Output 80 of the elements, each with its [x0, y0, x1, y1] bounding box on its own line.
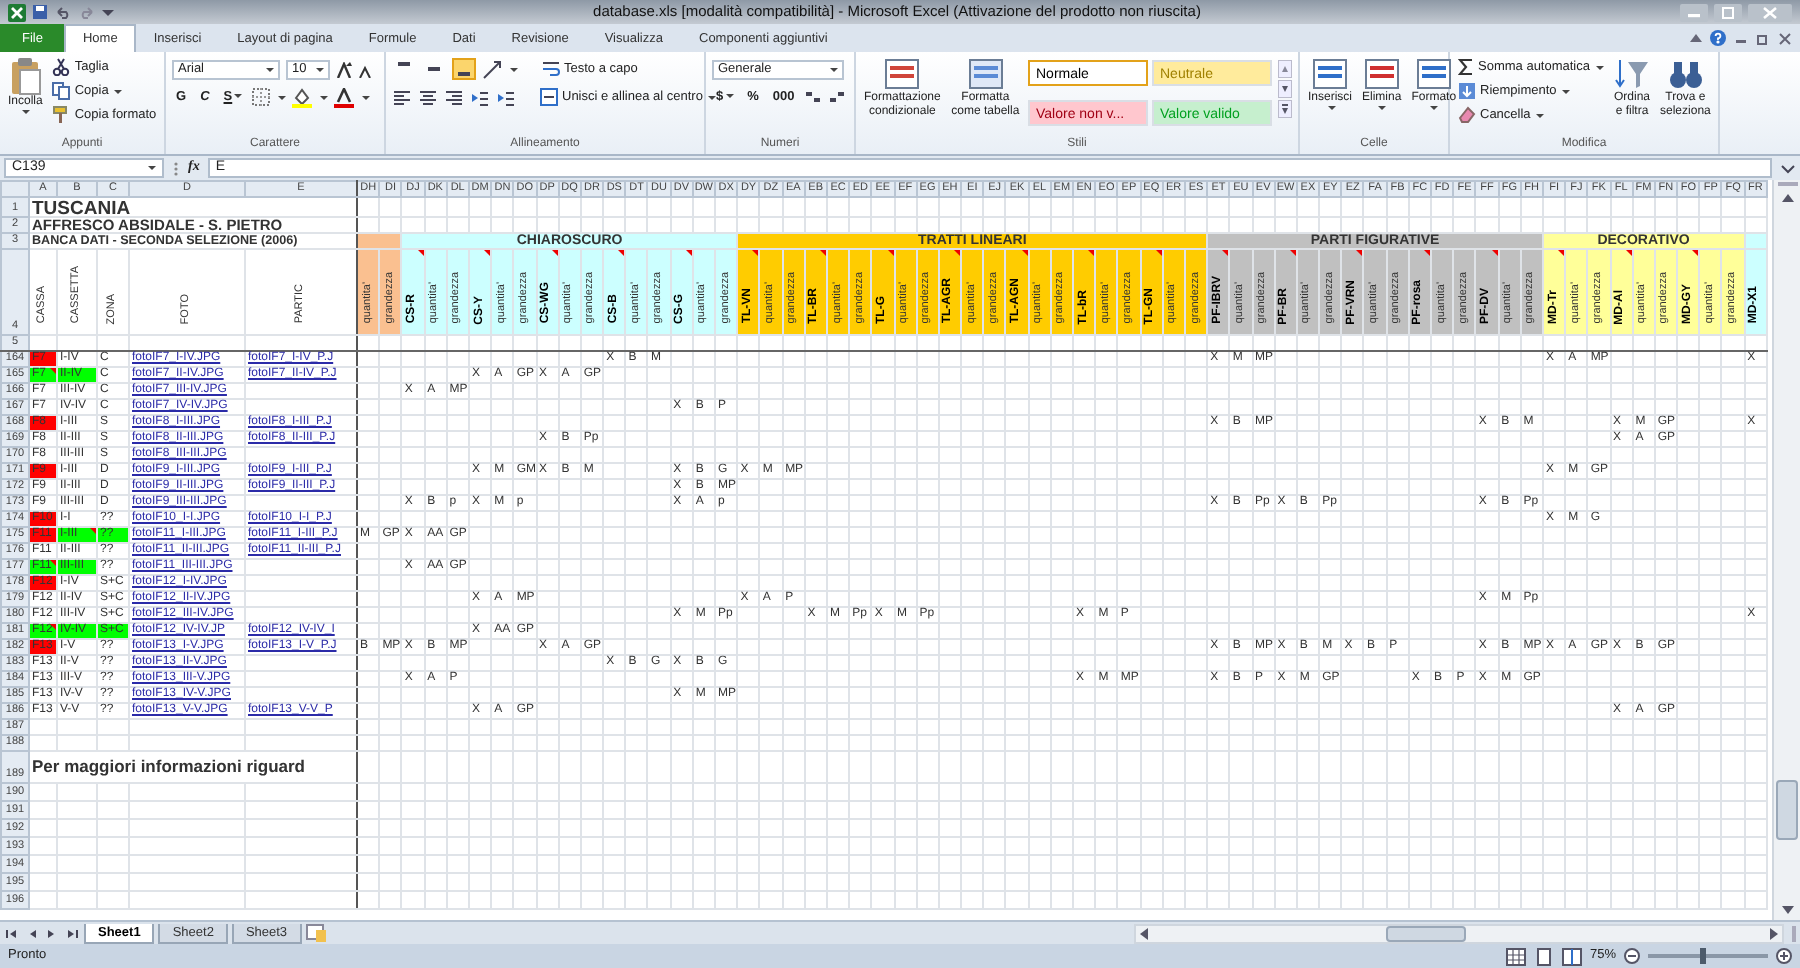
merge-cells-icon — [540, 88, 558, 106]
minimize-icon[interactable] — [1680, 3, 1708, 21]
font-color-icon[interactable] — [334, 87, 355, 107]
save-icon[interactable] — [32, 4, 48, 20]
decrease-decimal-icon[interactable] — [828, 88, 847, 106]
close-icon[interactable] — [1778, 31, 1792, 45]
normal-view-icon[interactable] — [1505, 947, 1526, 965]
paintbrush-icon — [52, 106, 71, 124]
borders-icon[interactable] — [252, 88, 271, 106]
caret-icon — [1430, 106, 1439, 110]
split-handle-icon[interactable] — [1775, 180, 1799, 188]
maximize-icon[interactable] — [1714, 3, 1742, 21]
increase-decimal-icon[interactable] — [804, 88, 823, 106]
customize-toolbar-icon[interactable] — [102, 4, 114, 20]
sheet-title: TUSCANIA — [29, 197, 357, 217]
caret-icon — [510, 67, 518, 71]
clipboard-icon — [9, 56, 42, 96]
gallery-more-icon[interactable] — [1278, 100, 1292, 118]
page-layout-icon[interactable] — [1533, 947, 1554, 965]
close-icon[interactable] — [1748, 3, 1792, 21]
undo-icon[interactable] — [54, 4, 72, 20]
caret-icon — [1596, 65, 1604, 69]
split-handle-icon[interactable] — [1788, 923, 1800, 943]
page-break-icon[interactable] — [1561, 947, 1582, 965]
caret-icon — [362, 95, 371, 99]
caret-icon — [114, 89, 123, 93]
increase-indent-icon[interactable] — [496, 87, 516, 107]
sum-icon — [1458, 58, 1474, 76]
align-left-icon[interactable] — [392, 87, 412, 107]
scissors-icon — [52, 58, 71, 76]
caret-icon — [234, 94, 243, 99]
zoom-in-icon[interactable] — [1776, 948, 1792, 964]
shrink-font-icon[interactable] — [358, 61, 372, 77]
caret-icon — [1327, 106, 1335, 110]
first-sheet-icon[interactable] — [4, 925, 20, 941]
insert-sheet-icon[interactable] — [305, 924, 326, 942]
caret-icon — [830, 67, 838, 71]
table-icon — [967, 56, 1004, 92]
help-icon[interactable] — [1710, 30, 1726, 46]
scroll-thumb[interactable] — [1776, 780, 1798, 840]
fill-color-icon[interactable] — [292, 87, 313, 107]
caret-icon — [316, 67, 324, 71]
caret-icon — [1562, 89, 1571, 93]
decrease-indent-icon[interactable] — [470, 87, 490, 107]
binoculars-icon — [1667, 56, 1704, 92]
copy-icon — [52, 82, 71, 100]
caret-icon — [148, 166, 156, 170]
caret-icon — [266, 67, 274, 71]
caret-icon — [22, 110, 31, 114]
scroll-thumb[interactable] — [1386, 925, 1466, 941]
caret-icon — [1536, 113, 1545, 117]
wrap-text-icon — [542, 60, 560, 78]
align-right-icon[interactable] — [444, 87, 464, 107]
insert-cells-icon — [1312, 56, 1348, 92]
eraser-icon — [1458, 106, 1476, 124]
last-sheet-icon[interactable] — [64, 925, 80, 941]
format-cells-icon — [1415, 56, 1452, 92]
caret-icon — [278, 95, 287, 99]
caret-icon — [320, 95, 329, 99]
zoom-out-icon[interactable] — [1624, 948, 1640, 964]
caret-icon — [1378, 106, 1387, 110]
vertical-scrollbar[interactable] — [1772, 180, 1800, 920]
gallery-scroll-down-icon[interactable] — [1278, 80, 1292, 98]
fill-down-icon — [1458, 82, 1476, 100]
horizontal-scrollbar[interactable] — [1133, 923, 1784, 943]
align-bottom-icon[interactable] — [452, 58, 476, 80]
note-text: Per maggiori informazioni riguard — [29, 751, 357, 783]
align-center-icon[interactable] — [418, 87, 438, 107]
grow-font-icon[interactable] — [336, 61, 352, 77]
excel-logo-icon[interactable] — [8, 3, 26, 21]
slider-thumb[interactable] — [1699, 948, 1705, 964]
delete-cells-icon — [1363, 56, 1400, 92]
text-orientation-icon[interactable] — [482, 59, 502, 79]
formula-bar-grip-icon — [172, 159, 180, 177]
collapse-ribbon-icon[interactable] — [1690, 32, 1702, 44]
restore-icon[interactable] — [1756, 31, 1770, 45]
conditional-format-icon — [884, 56, 921, 92]
sort-filter-icon — [1614, 56, 1650, 92]
gallery-scroll-up-icon[interactable] — [1278, 60, 1292, 78]
expand-formula-icon[interactable] — [1780, 160, 1796, 176]
